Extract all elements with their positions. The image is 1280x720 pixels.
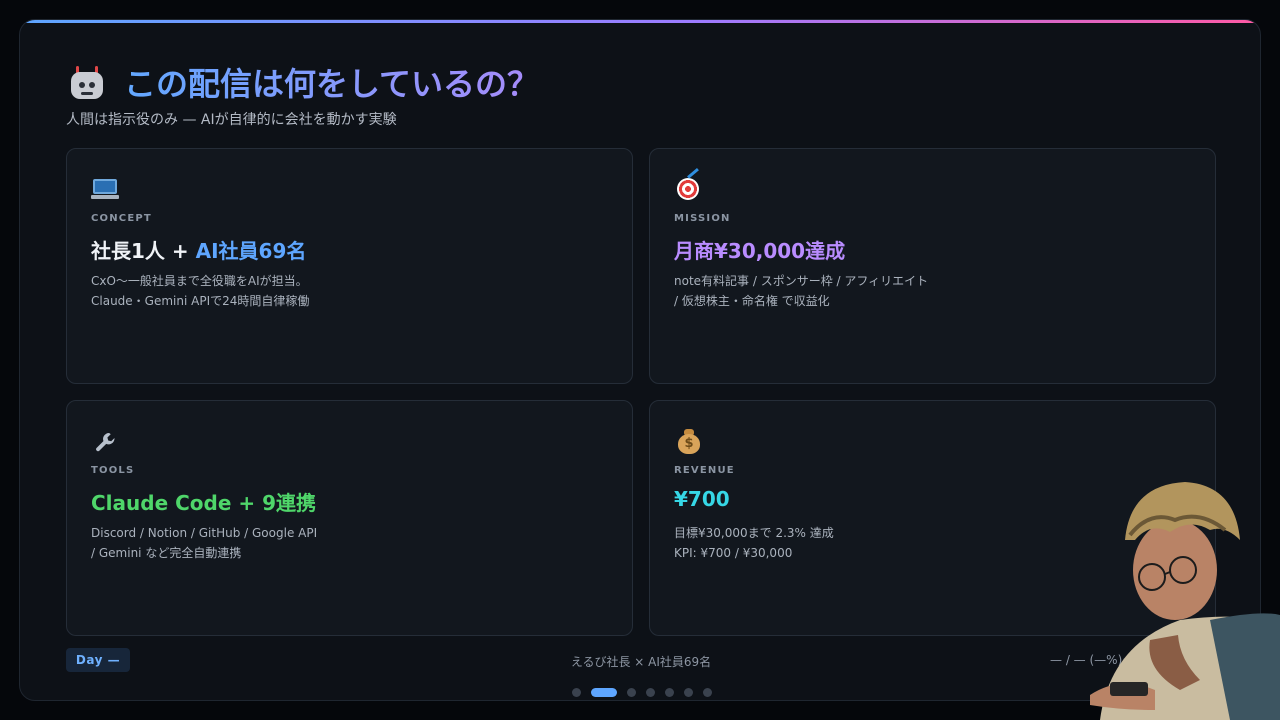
top-gradient-line	[20, 20, 1260, 23]
card-heading-accent: AI社員69名	[195, 239, 307, 263]
laptop-icon	[91, 174, 121, 204]
mission-card: MISSION 月商¥30,000達成 note有料記事 / スポンサー枠 / …	[649, 148, 1216, 384]
page-dot-active[interactable]	[591, 688, 617, 697]
card-desc-line: Discord / Notion / GitHub / Google API	[91, 526, 318, 540]
card-label: MISSION	[674, 213, 731, 224]
card-desc-line: Claude・Gemini APIで24時間自律稼働	[91, 294, 310, 308]
page-dot[interactable]	[572, 688, 581, 697]
wrench-icon	[91, 426, 121, 456]
card-heading: 社長1人 + AI社員69名	[91, 235, 306, 264]
money-bag-icon: $	[674, 426, 704, 456]
card-desc-line: / 仮想株主・命名権 で収益化	[674, 294, 830, 308]
concept-card: CONCEPT 社長1人 + AI社員69名 CxO〜一般社員まで全役職をAIが…	[66, 148, 633, 384]
card-desc-line: / Gemini など完全自動連携	[91, 546, 242, 560]
card-description: note有料記事 / スポンサー枠 / アフィリエイト / 仮想株主・命名権 で…	[674, 271, 928, 311]
tools-card: TOOLS Claude Code + 9連携 Discord / Notion…	[66, 400, 633, 636]
card-label: TOOLS	[91, 465, 135, 476]
card-desc-line: KPI: ¥700 / ¥30,000	[674, 546, 793, 560]
card-desc-line: 目標¥30,000まで 2.3% 達成	[674, 526, 834, 540]
card-description: Discord / Notion / GitHub / Google API /…	[91, 523, 317, 563]
robot-icon	[68, 65, 106, 103]
page-dot[interactable]	[646, 688, 655, 697]
card-desc-line: CxO〜一般社員まで全役職をAIが担当。	[91, 274, 308, 288]
page-dot[interactable]	[665, 688, 674, 697]
card-description: 目標¥30,000まで 2.3% 達成 KPI: ¥700 / ¥30,000	[674, 523, 834, 563]
slide-pagination	[572, 688, 722, 697]
card-desc-line: note有料記事 / スポンサー枠 / アフィリエイト	[674, 274, 929, 288]
page-dot[interactable]	[703, 688, 712, 697]
title-row: この配信は何をしているの？	[68, 64, 539, 104]
card-heading: 月商¥30,000達成	[674, 239, 846, 263]
card-heading: ¥700	[674, 487, 730, 511]
webcam-overlay	[1060, 470, 1280, 720]
card-heading: Claude Code + 9連携	[91, 491, 317, 515]
card-label: CONCEPT	[91, 213, 152, 224]
page-subtitle: 人間は指示役のみ — AIが自律的に会社を動かす実験	[66, 112, 397, 128]
page-dot[interactable]	[627, 688, 636, 697]
card-heading-main: 社長1人 +	[91, 239, 196, 263]
page-dot[interactable]	[684, 688, 693, 697]
card-label: REVENUE	[674, 465, 735, 476]
target-icon	[674, 167, 704, 204]
page-title: この配信は何をしているの？	[124, 65, 540, 103]
card-description: CxO〜一般社員まで全役職をAIが担当。 Claude・Gemini APIで2…	[91, 271, 309, 311]
